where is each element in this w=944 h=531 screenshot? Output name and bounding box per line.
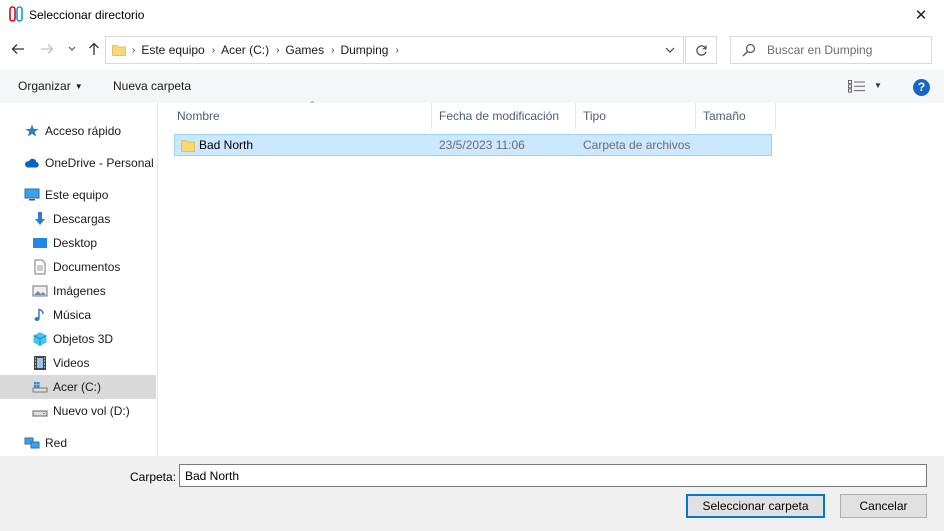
navigation-bar: › Este equipo › Acer (C:) › Games › Dump…: [0, 31, 944, 69]
organize-label: Organizar: [18, 79, 71, 93]
sidebar-item-label: Nuevo vol (D:): [53, 404, 130, 418]
address-history-button[interactable]: [657, 37, 683, 63]
sidebar-item-label: OneDrive - Personal: [45, 156, 154, 170]
cube-icon: [33, 332, 47, 346]
breadcrumb-item[interactable]: Games: [281, 43, 329, 57]
film-icon: [34, 356, 46, 370]
sidebar-item-label: Documentos: [53, 260, 121, 274]
view-options-icon[interactable]: [848, 80, 866, 93]
sidebar-item-nuevo-vol-d[interactable]: Nuevo vol (D:): [0, 399, 156, 423]
close-button[interactable]: ✕: [898, 0, 944, 30]
recent-locations-button[interactable]: [62, 39, 82, 59]
window-title: Seleccionar directorio: [29, 8, 145, 22]
sidebar-item-label: Acceso rápido: [45, 124, 122, 138]
sidebar-item-documents[interactable]: Documentos: [0, 255, 156, 279]
breadcrumb-item[interactable]: Dumping: [336, 43, 393, 57]
chevron-down-icon: [665, 47, 675, 53]
help-icon[interactable]: ?: [913, 79, 930, 96]
folder-icon: [181, 139, 195, 152]
column-header-type[interactable]: Tipo: [576, 103, 696, 129]
sidebar-item-desktop[interactable]: Desktop: [0, 231, 156, 255]
sidebar-item-downloads[interactable]: Descargas: [0, 207, 156, 231]
search-icon: [742, 43, 756, 57]
folder-name-field[interactable]: [179, 464, 927, 487]
drive-icon: [32, 410, 48, 417]
column-header-modified[interactable]: Fecha de modificación: [432, 103, 576, 129]
sidebar-item-onedrive[interactable]: OneDrive - Personal: [0, 151, 156, 175]
arrow-right-icon: [41, 44, 54, 54]
column-header-name[interactable]: Nombre: [170, 103, 432, 129]
sidebar-item-label: Música: [53, 308, 92, 322]
computer-icon: [24, 188, 40, 201]
chevron-right-icon[interactable]: ›: [329, 45, 336, 56]
sidebar-item-label: Desktop: [53, 236, 98, 250]
chevron-right-icon[interactable]: ›: [274, 45, 281, 56]
search-input[interactable]: [767, 41, 927, 59]
sidebar-item-pictures[interactable]: Imágenes: [0, 279, 156, 303]
navigation-pane: Acceso rápido OneDrive - Personal Este e…: [0, 103, 158, 456]
chevron-right-icon[interactable]: ›: [393, 45, 400, 56]
command-bar: Organizar ▼ Nueva carpeta ▼ ?: [0, 70, 944, 103]
folder-icon: [112, 45, 126, 56]
list-item[interactable]: Bad North 23/5/2023 11:06 Carpeta de arc…: [174, 134, 772, 156]
chevron-right-icon: ›: [132, 44, 136, 56]
sidebar-item-label: Red: [45, 436, 68, 450]
sidebar-item-label: Acer (C:): [53, 380, 101, 394]
file-modified: 23/5/2023 11:06: [439, 138, 525, 152]
column-header-size[interactable]: Tamaño: [696, 103, 776, 129]
desktop-icon: [33, 238, 47, 248]
breadcrumb-item[interactable]: Acer (C:): [217, 43, 274, 57]
arrow-up-icon: [89, 42, 99, 55]
sidebar-item-quick-access[interactable]: Acceso rápido: [0, 119, 156, 143]
organize-menu-button[interactable]: Organizar ▼: [18, 79, 83, 93]
refresh-button[interactable]: [685, 36, 717, 64]
download-icon: [35, 212, 45, 225]
document-icon: [34, 259, 46, 275]
refresh-icon: [695, 44, 707, 56]
cloud-icon: [25, 158, 39, 168]
breadcrumb: › Este equipo › Acer (C:) › Games › Dump…: [130, 37, 401, 63]
title-bar: Seleccionar directorio ✕: [0, 0, 944, 30]
sidebar-item-network[interactable]: Red: [0, 431, 156, 455]
image-icon: [32, 285, 48, 297]
file-type: Carpeta de archivos: [583, 138, 691, 152]
sidebar-item-label: Videos: [53, 356, 90, 370]
new-folder-button[interactable]: Nueva carpeta: [113, 79, 191, 93]
folder-label: Carpeta:: [130, 470, 177, 484]
address-bar[interactable]: › Este equipo › Acer (C:) › Games › Dump…: [105, 36, 684, 64]
file-name-cell: Bad North: [181, 138, 253, 152]
network-icon: [24, 437, 40, 449]
sidebar-item-label: Descargas: [53, 212, 111, 226]
select-folder-button[interactable]: Seleccionar carpeta: [686, 494, 825, 518]
caret-down-icon: ▼: [74, 82, 83, 91]
chevron-down-icon: [68, 46, 76, 51]
breadcrumb-item[interactable]: Este equipo: [137, 43, 209, 57]
forward-button[interactable]: [37, 39, 57, 59]
search-box[interactable]: [730, 36, 932, 64]
sidebar-item-label: Imágenes: [53, 284, 106, 298]
music-icon: [34, 308, 44, 321]
cancel-button[interactable]: Cancelar: [840, 494, 927, 518]
sidebar-item-videos[interactable]: Videos: [0, 351, 156, 375]
sidebar-item-this-pc[interactable]: Este equipo: [0, 183, 156, 207]
file-list: ⌃ Nombre Fecha de modificación Tipo Tama…: [158, 100, 944, 456]
sidebar-item-music[interactable]: Música: [0, 303, 156, 327]
sidebar-item-3d-objects[interactable]: Objetos 3D: [0, 327, 156, 351]
close-icon: ✕: [914, 7, 928, 24]
arrow-left-icon: [11, 44, 24, 54]
back-button[interactable]: [8, 39, 28, 59]
sidebar-item-label: Este equipo: [45, 188, 109, 202]
dialog-footer: Carpeta: Seleccionar carpeta Cancelar: [0, 456, 944, 531]
drive-icon: [32, 382, 48, 393]
sidebar-item-label: Objetos 3D: [53, 332, 114, 346]
app-icon: [9, 6, 23, 22]
file-name: Bad North: [199, 138, 254, 152]
star-icon: [25, 124, 39, 137]
chevron-right-icon[interactable]: ›: [210, 45, 217, 56]
view-dropdown-icon[interactable]: ▼: [874, 81, 882, 90]
up-button[interactable]: [84, 39, 104, 59]
sidebar-item-acer-c[interactable]: Acer (C:): [0, 375, 156, 399]
